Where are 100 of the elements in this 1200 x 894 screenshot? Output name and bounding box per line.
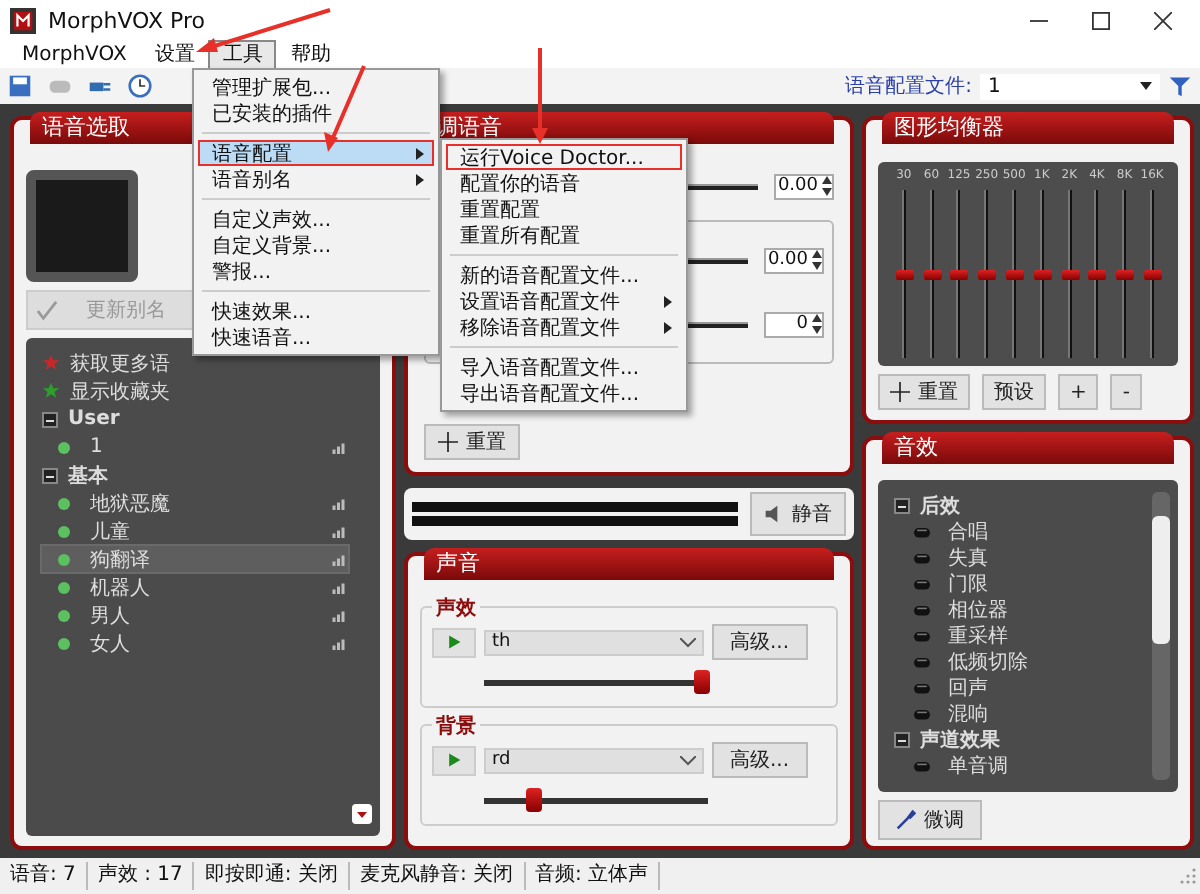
group-label[interactable]: 后效 xyxy=(920,491,960,519)
reset-button[interactable]: 重置 xyxy=(424,424,520,460)
voice-item[interactable]: 儿童 xyxy=(42,518,348,544)
scroll-down-icon[interactable] xyxy=(352,804,372,824)
group-label[interactable]: 基本 xyxy=(68,461,108,489)
spin-field[interactable]: 0.00 xyxy=(764,247,824,273)
panel-title: 图形均衡器 xyxy=(882,112,1174,144)
status-dot xyxy=(58,441,70,453)
effect-item[interactable]: 相位器 xyxy=(948,595,1008,623)
play-icon xyxy=(446,752,462,768)
sound-dropdown[interactable]: rd xyxy=(484,747,704,773)
status-text: 麦克风静音: 关闭 xyxy=(349,862,525,890)
signal-icon xyxy=(332,637,348,649)
menu-item[interactable]: 帮助 xyxy=(276,39,345,69)
profile-dropdown[interactable]: 1 xyxy=(980,73,1160,99)
photo-placeholder xyxy=(26,170,138,282)
collapse-icon[interactable] xyxy=(894,497,910,513)
effect-item[interactable]: 重采样 xyxy=(948,621,1008,649)
menu-item[interactable]: 运行Voice Doctor... xyxy=(446,144,682,170)
close-icon[interactable] xyxy=(1154,11,1172,29)
signal-icon xyxy=(332,581,348,593)
status-dot xyxy=(58,553,70,565)
effect-item[interactable]: 低频切除 xyxy=(948,647,1028,675)
equalizer-button[interactable]: - xyxy=(1110,374,1142,410)
effect-item[interactable]: 门限 xyxy=(948,569,988,597)
toggle-icon[interactable] xyxy=(914,759,930,771)
menu-item[interactable]: 管理扩展包... xyxy=(198,74,434,100)
toggle-icon[interactable] xyxy=(914,707,930,719)
effect-item[interactable]: 失真 xyxy=(948,543,988,571)
status-dot xyxy=(58,609,70,621)
menu-item[interactable]: 导出语音配置文件... xyxy=(446,380,682,406)
tweak-button[interactable]: 微调 xyxy=(878,800,982,840)
voice-item[interactable]: 地狱恶魔 xyxy=(42,490,348,516)
menu-item[interactable]: 语音别名 xyxy=(198,166,434,192)
group-title: 背景 xyxy=(432,712,480,740)
menu-item[interactable]: 警报... xyxy=(198,258,434,284)
spinner-arrows-icon[interactable] xyxy=(812,250,822,270)
toggle-icon[interactable] xyxy=(914,551,930,563)
signal-icon xyxy=(332,609,348,621)
equalizer-button[interactable]: 预设 xyxy=(982,374,1046,410)
spin-field[interactable]: 0.00 xyxy=(774,173,834,199)
voice-item[interactable]: 女人 xyxy=(42,630,348,656)
sound-dropdown[interactable]: th xyxy=(484,629,704,655)
advanced-button[interactable]: 高级... xyxy=(712,742,808,778)
annotation-arrow xyxy=(532,48,548,144)
voice-item[interactable]: 男人 xyxy=(42,602,348,628)
maximize-icon[interactable] xyxy=(1092,11,1110,29)
toggle-icon[interactable] xyxy=(914,577,930,589)
menu-item[interactable]: 快速语音... xyxy=(198,324,434,350)
menu-item[interactable]: 配置你的语音 xyxy=(446,170,682,196)
effect-item[interactable]: 单音调 xyxy=(948,751,1008,779)
group-label[interactable]: User xyxy=(68,408,120,430)
scrollbar[interactable] xyxy=(1152,492,1170,780)
effect-item[interactable]: 合唱 xyxy=(948,517,988,545)
advanced-button[interactable]: 高级... xyxy=(712,624,808,660)
save-icon[interactable] xyxy=(8,74,32,98)
play-button[interactable] xyxy=(432,745,476,775)
effect-item[interactable]: 混响 xyxy=(948,699,988,727)
menu-item[interactable]: 快速效果... xyxy=(198,298,434,324)
menu-item[interactable]: 设置 xyxy=(140,39,209,69)
toggle-icon[interactable] xyxy=(914,681,930,693)
voice-item[interactable]: 机器人 xyxy=(42,574,348,600)
list-link[interactable]: 获取更多语 xyxy=(70,349,170,377)
panel-title: 声音 xyxy=(424,548,834,580)
panel-title: 音效 xyxy=(882,432,1174,464)
status-text: 语音: 7 xyxy=(0,862,88,890)
spinner-arrows-icon[interactable] xyxy=(822,176,832,196)
resize-grip-icon[interactable] xyxy=(1180,868,1196,884)
menu-item[interactable]: 自定义声效... xyxy=(198,206,434,232)
menu-item[interactable]: 重置配置 xyxy=(446,196,682,222)
group-label[interactable]: 声道效果 xyxy=(920,725,1000,753)
menu-item[interactable]: 设置语音配置文件 xyxy=(446,288,682,314)
toggle-icon[interactable] xyxy=(914,525,930,537)
spinner-arrows-icon[interactable] xyxy=(812,314,822,334)
toggle-icon[interactable] xyxy=(914,655,930,667)
toggle-icon[interactable] xyxy=(914,629,930,641)
menu-item[interactable]: 新的语音配置文件... xyxy=(446,262,682,288)
wrench-icon xyxy=(896,810,916,830)
list-link[interactable]: 显示收藏夹 xyxy=(70,377,170,405)
voice-item[interactable]: 1 xyxy=(42,434,348,460)
collapse-icon[interactable] xyxy=(42,467,58,483)
menu-item[interactable]: 重置所有配置 xyxy=(446,222,682,248)
collapse-icon[interactable] xyxy=(42,411,58,427)
equalizer-button[interactable]: + xyxy=(1058,374,1099,410)
clock-icon[interactable] xyxy=(128,74,152,98)
menu-item[interactable]: 语音配置 xyxy=(198,140,434,166)
filter-icon[interactable] xyxy=(1168,74,1192,98)
collapse-icon[interactable] xyxy=(894,731,910,747)
voice-item[interactable]: 狗翻译 xyxy=(42,546,348,572)
menu-item[interactable]: 自定义背景... xyxy=(198,232,434,258)
equalizer-button[interactable]: 重置 xyxy=(878,374,970,410)
effect-item[interactable]: 回声 xyxy=(948,673,988,701)
signal-icon xyxy=(332,553,348,565)
spin-field[interactable]: 0 xyxy=(764,311,824,337)
menu-item[interactable]: MorphVOX xyxy=(8,39,141,69)
mute-button[interactable]: 静音 xyxy=(750,492,846,536)
play-button[interactable] xyxy=(432,627,476,657)
menu-item[interactable]: 移除语音配置文件 xyxy=(446,314,682,340)
menu-item[interactable]: 导入语音配置文件... xyxy=(446,354,682,380)
toggle-icon[interactable] xyxy=(914,603,930,615)
